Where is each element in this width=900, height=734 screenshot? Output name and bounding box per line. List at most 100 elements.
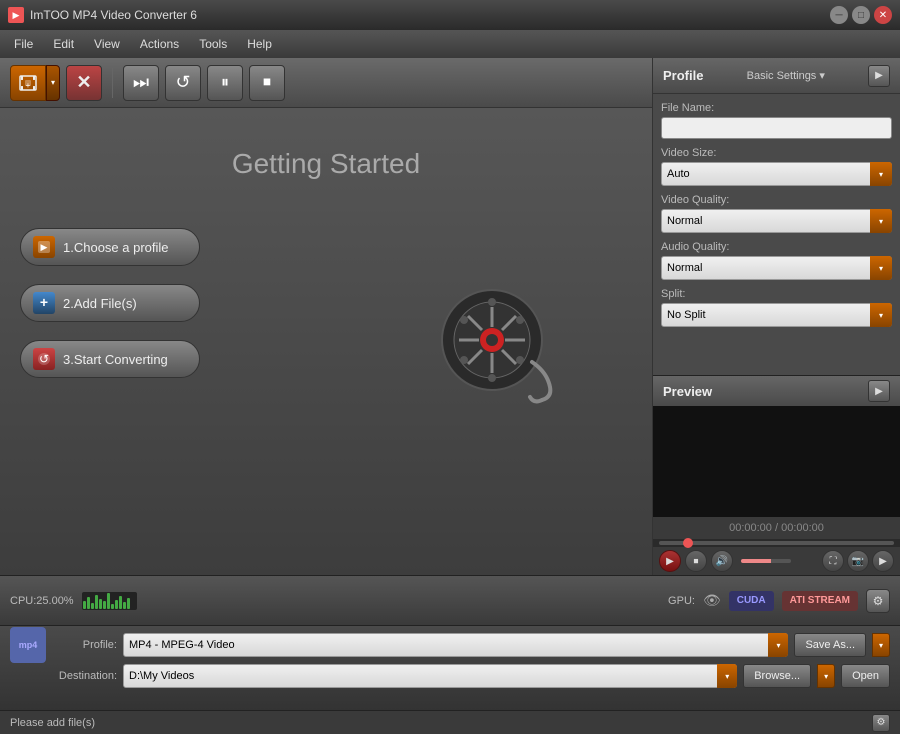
destination-select[interactable]: D:\My Videos (123, 664, 737, 688)
minimize-button[interactable]: ─ (830, 6, 848, 24)
gpu-eye-icon: 👁 (703, 592, 721, 609)
split-label: Split: (661, 288, 892, 300)
choose-profile-button[interactable]: ▶ 1.Choose a profile (20, 228, 200, 266)
cpu-graph (82, 592, 137, 610)
play-button[interactable]: ▶ (659, 550, 681, 572)
start-converting-button[interactable]: ↺ 3.Start Converting (20, 340, 200, 378)
add-dropdown-button[interactable]: ▾ (46, 65, 60, 101)
progress-track[interactable] (659, 541, 894, 545)
ati-stream-button[interactable]: ATI STREAM (782, 591, 858, 611)
cpu-bar-10 (119, 596, 122, 609)
basic-settings-label: Basic Settings (747, 70, 817, 82)
video-quality-select[interactable]: Normal High Low Custom (661, 209, 892, 233)
profile-panel-header: Profile Basic Settings ▾ ▶ (653, 58, 900, 94)
status-settings-button[interactable]: ⚙ (872, 714, 890, 732)
window-controls: ─ □ ✕ (830, 6, 892, 24)
refresh-button[interactable]: ↺ (165, 65, 201, 101)
menu-help[interactable]: Help (237, 33, 282, 55)
film-reel-illustration (432, 282, 552, 402)
cpu-label: CPU:25.00% (10, 595, 74, 607)
film-icon: + (18, 73, 38, 93)
video-size-label: Video Size: (661, 147, 892, 159)
menu-view[interactable]: View (84, 33, 130, 55)
audio-quality-select[interactable]: Normal High Low Custom (661, 256, 892, 280)
volume-button[interactable]: 🔊 (711, 550, 733, 572)
profile-select-wrapper: MP4 - MPEG-4 Video AVI MKV MOV ▾ (123, 633, 788, 657)
browse-dropdown-button[interactable]: ▾ (817, 664, 835, 688)
menu-tools[interactable]: Tools (189, 33, 237, 55)
stop-preview-button[interactable]: ⏹ (685, 550, 707, 572)
video-quality-label: Video Quality: (661, 194, 892, 206)
preview-expand-button[interactable]: ▶ (868, 380, 890, 402)
status-message-bar: Please add file(s) ⚙ (0, 710, 900, 734)
start-converting-icon: ↺ (33, 348, 55, 370)
cpu-bar-1 (83, 601, 86, 609)
maximize-button[interactable]: □ (852, 6, 870, 24)
screenshot-button[interactable]: ⛶ (822, 550, 844, 572)
getting-started-label: Getting Started (232, 148, 420, 180)
file-name-field: File Name: (661, 102, 892, 139)
video-quality-select-wrapper: Normal High Low Custom ▾ (661, 209, 892, 233)
status-message: Please add file(s) (10, 717, 95, 729)
progress-thumb (683, 538, 693, 548)
title-bar-left: ▶ ImTOO MP4 Video Converter 6 (8, 7, 197, 23)
cpu-bar-11 (123, 602, 126, 609)
cpu-bar-2 (87, 597, 90, 609)
svg-text:↺: ↺ (39, 352, 49, 366)
stop-button[interactable]: ⏹ (249, 65, 285, 101)
stop-icon: ⏹ (694, 556, 699, 567)
title-bar: ▶ ImTOO MP4 Video Converter 6 ─ □ ✕ (0, 0, 900, 30)
save-as-button[interactable]: Save As... (794, 633, 866, 657)
status-bar: CPU:25.00% GPU: 👁 CUDA ATI STREAM ⚙ (0, 575, 900, 625)
cpu-bar-4 (95, 595, 98, 609)
menu-bar: File Edit View Actions Tools Help (0, 30, 900, 58)
start-converting-label: 3.Start Converting (63, 352, 168, 367)
split-select[interactable]: No Split By Size By Time By Count (661, 303, 892, 327)
audio-quality-select-wrapper: Normal High Low Custom ▾ (661, 256, 892, 280)
preview-time-display: 00:00:00 / 00:00:00 (653, 517, 900, 539)
destination-row-label: Destination: (52, 670, 117, 682)
save-as-dropdown-button[interactable]: ▾ (872, 633, 890, 657)
more-icon: ▶ (879, 556, 887, 567)
video-size-select[interactable]: Auto 320x240 640x480 1280x720 (661, 162, 892, 186)
basic-settings-button[interactable]: Basic Settings ▾ (747, 69, 825, 82)
basic-settings-arrow-icon: ▾ (819, 69, 825, 82)
menu-file[interactable]: File (4, 33, 43, 55)
close-button[interactable]: ✕ (874, 6, 892, 24)
cpu-bar-7 (107, 593, 110, 609)
profile-expand-button[interactable]: ▶ (868, 65, 890, 87)
gpu-settings-button[interactable]: ⚙ (866, 589, 890, 613)
preview-controls: ▶ ⏹ 🔊 ⛶ 📷 ▶ (653, 547, 900, 575)
open-button[interactable]: Open (841, 664, 890, 688)
destination-select-wrapper: D:\My Videos ▾ (123, 664, 737, 688)
camera-button[interactable]: 📷 (847, 550, 869, 572)
cuda-button[interactable]: CUDA (729, 591, 774, 611)
volume-slider[interactable] (741, 559, 791, 563)
add-files-button[interactable]: + 2.Add File(s) (20, 284, 200, 322)
app-title: ImTOO MP4 Video Converter 6 (30, 8, 197, 22)
menu-edit[interactable]: Edit (43, 33, 84, 55)
video-size-field: Video Size: Auto 320x240 640x480 1280x72… (661, 147, 892, 186)
center-panel: + ▾ ✕ ⏭ ↺ ⏸ ⏹ Getting Star (0, 58, 652, 575)
profile-panel-title: Profile (663, 68, 703, 83)
right-panel: Profile Basic Settings ▾ ▶ File Name: Vi… (652, 58, 900, 575)
toolbar-separator-1 (112, 68, 113, 98)
preview-screen (653, 406, 900, 517)
pause-button[interactable]: ⏸ (207, 65, 243, 101)
gpu-label: GPU: (668, 595, 695, 607)
add-video-button[interactable]: + (10, 65, 46, 101)
preview-progress-bar (653, 539, 900, 547)
file-name-input[interactable] (661, 117, 892, 139)
menu-actions[interactable]: Actions (130, 33, 189, 55)
audio-quality-field: Audio Quality: Normal High Low Custom ▾ (661, 241, 892, 280)
profile-select[interactable]: MP4 - MPEG-4 Video AVI MKV MOV (123, 633, 788, 657)
cpu-bar-12 (127, 598, 130, 609)
file-name-label: File Name: (661, 102, 892, 114)
steps-panel: ▶ 1.Choose a profile + 2.Add File(s) (20, 228, 200, 378)
convert-button[interactable]: ⏭ (123, 65, 159, 101)
app-icon: ▶ (8, 7, 24, 23)
more-button[interactable]: ▶ (872, 550, 894, 572)
mp4-label: mp4 (19, 640, 38, 650)
delete-button[interactable]: ✕ (66, 65, 102, 101)
browse-button[interactable]: Browse... (743, 664, 811, 688)
